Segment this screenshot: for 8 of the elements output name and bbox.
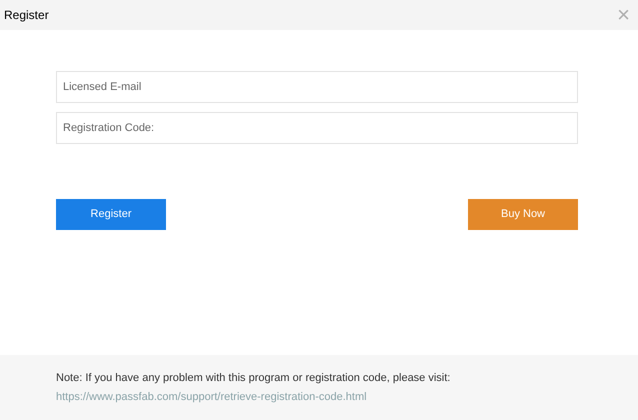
input-field[interactable]: Licensed E-mail bbox=[56, 71, 578, 103]
note-text: Note: If you have any problem with this program or registration code, please visit: bbox=[56, 371, 452, 386]
support-link[interactable]: https://www.passfab.com/support/retrieve-registration-code.html bbox=[56, 388, 367, 405]
close-button[interactable]: × bbox=[617, 4, 630, 26]
register-button[interactable]: Register bbox=[56, 199, 166, 230]
input-field[interactable]: Registration Code: bbox=[56, 112, 578, 144]
window-title: Register bbox=[4, 7, 49, 24]
buy-now-button[interactable]: Buy Now bbox=[468, 199, 578, 230]
